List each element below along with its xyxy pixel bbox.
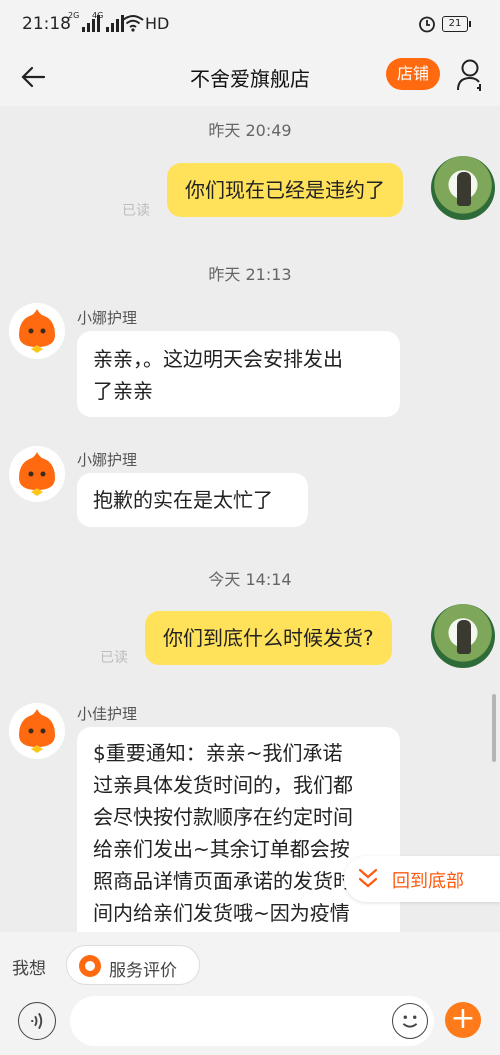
message-line: 过亲具体发货时间的，我们都 [93, 773, 353, 797]
input-bar: + [0, 996, 500, 1055]
status-time: 21:18 [22, 14, 71, 34]
chip-label: 服务评价 [109, 961, 177, 981]
battery-icon: 21 [442, 16, 471, 32]
message-line: 给亲们发出~其余订单都会按 [93, 837, 350, 861]
message-line: $重要通知：亲亲~我们承诺 [93, 741, 343, 765]
chat-header: 不舍爱旗舰店 店铺 [0, 50, 500, 106]
timestamp: 今天 14:14 [208, 570, 292, 589]
network-hd: HD [145, 14, 170, 33]
emoji-icon[interactable] [392, 1003, 428, 1039]
shop-avatar[interactable] [9, 446, 65, 502]
message-line: 了亲亲 [93, 379, 153, 403]
message-line: 亲亲，。这边明天会安排发出 [93, 347, 343, 371]
voice-icon[interactable] [18, 1002, 56, 1040]
quick-label: 我想 [12, 959, 46, 979]
message-bubble-outgoing[interactable]: 你们现在已经是违约了 [167, 163, 403, 217]
sender-name: 小佳护理 [77, 705, 138, 723]
scroll-to-bottom-label: 回到底部 [392, 871, 464, 892]
shop-avatar[interactable] [9, 703, 65, 759]
double-chevron-down-icon [358, 868, 378, 888]
user-profile-icon[interactable] [456, 58, 486, 92]
message-line: 照商品详情页面承诺的发货时 [93, 869, 353, 893]
user-avatar[interactable] [431, 604, 495, 668]
rating-icon [79, 955, 101, 977]
status-bar: 21:18 2G 4G HD 21 [0, 0, 500, 50]
sender-name: 小娜护理 [77, 451, 138, 469]
shop-button[interactable]: 店铺 [386, 58, 440, 90]
read-status: 已读 [100, 650, 128, 666]
message-input[interactable] [70, 996, 434, 1046]
sender-name: 小娜护理 [77, 309, 138, 327]
message-line: 间内给亲们发货哦~因为疫情 [93, 901, 350, 925]
scrollbar[interactable] [492, 694, 496, 762]
message-bubble-incoming[interactable]: 抱歉的实在是太忙了 [77, 473, 308, 527]
alarm-icon [419, 16, 435, 33]
message-bubble-incoming[interactable]: 亲亲，。这边明天会安排发出 了亲亲 [77, 331, 400, 417]
message-line: 抱歉的实在是太忙了 [93, 488, 273, 512]
message-bubble-incoming[interactable]: $重要通知：亲亲~我们承诺 过亲具体发货时间的，我们都 会尽快按付款顺序在约定时… [77, 727, 400, 967]
timestamp: 昨天 20:49 [208, 121, 292, 140]
timestamp: 昨天 21:13 [208, 265, 292, 284]
service-rating-chip[interactable]: 服务评价 [66, 945, 200, 985]
quick-action-bar: 我想 服务评价 [0, 932, 500, 996]
message-line: 会尽快按付款顺序在约定时间 [93, 805, 353, 829]
shop-avatar[interactable] [9, 303, 65, 359]
user-avatar[interactable] [431, 156, 495, 220]
wifi-icon [122, 15, 144, 32]
read-status: 已读 [122, 203, 150, 219]
scroll-to-bottom-button[interactable]: 回到底部 [344, 856, 500, 902]
plus-button[interactable]: + [445, 1002, 481, 1038]
message-bubble-outgoing[interactable]: 你们到底什么时候发货? [145, 611, 392, 665]
